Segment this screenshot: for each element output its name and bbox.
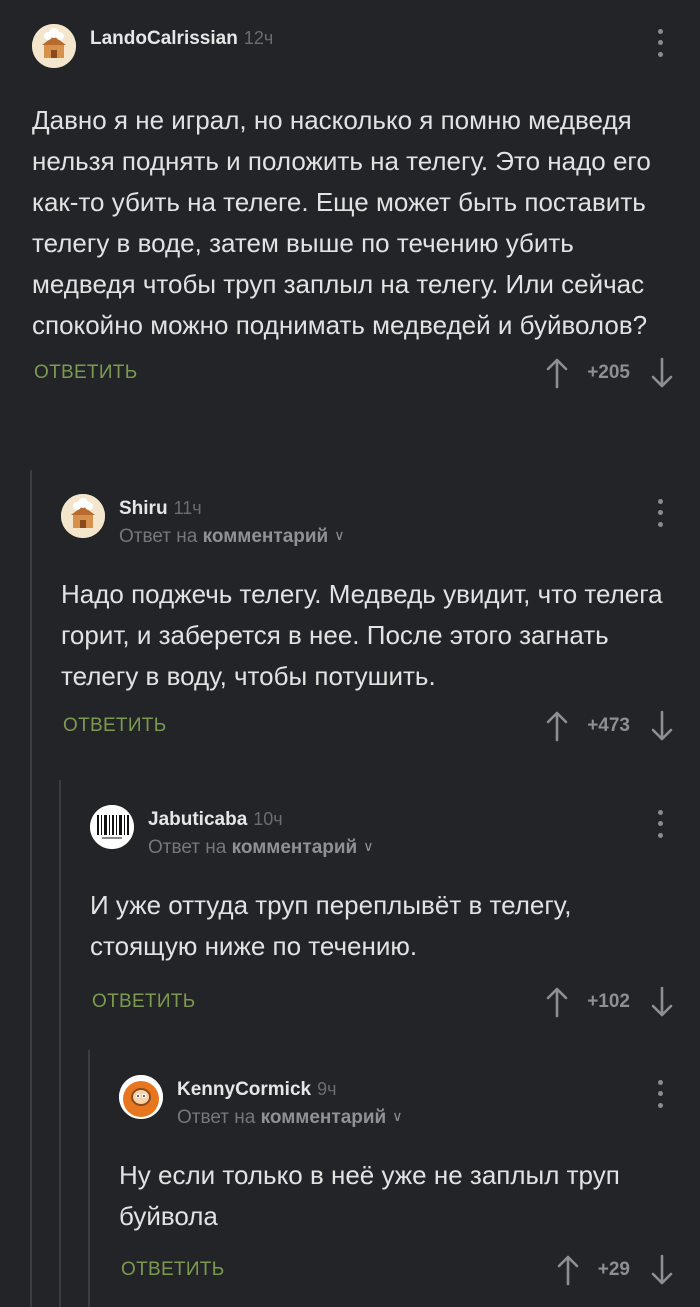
reply-to-prefix: Ответ на: [119, 526, 198, 547]
reply-button[interactable]: ОТВЕТИТЬ: [121, 1259, 224, 1281]
comment-header: Jabuticaba 10ч Ответ на комментарий ∨: [90, 803, 700, 859]
reply-to-link[interactable]: Ответ на комментарий ∨: [119, 526, 344, 548]
comment-actions: ОТВЕТИТЬ +29: [119, 1249, 700, 1289]
more-options-icon[interactable]: [650, 496, 670, 530]
chevron-down-icon[interactable]: ∨: [392, 1108, 402, 1125]
upvote-arrow-icon[interactable]: [545, 986, 569, 1018]
comment-header: LandoCalrissian 12ч: [32, 22, 700, 78]
comment-author[interactable]: Jabuticaba 10ч: [148, 809, 283, 831]
comment-score: +29: [597, 1259, 630, 1280]
thread-line-level-3: [88, 1050, 90, 1307]
comment-text: Ну если только в неё уже не заплыл труп …: [119, 1160, 620, 1231]
reply-button[interactable]: ОТВЕТИТЬ: [34, 362, 137, 384]
thread-line-level-1: [30, 470, 32, 1307]
comment-time: 11ч: [173, 498, 202, 518]
username[interactable]: LandoCalrissian: [90, 28, 238, 49]
vote-controls: +473: [545, 709, 674, 743]
reply-to-prefix: Ответ на: [148, 837, 227, 858]
reply-to-prefix: Ответ на: [177, 1107, 256, 1128]
reply-to-target[interactable]: комментарий: [232, 837, 358, 858]
reply-to-target[interactable]: комментарий: [261, 1107, 387, 1128]
reply-to-target[interactable]: комментарий: [203, 526, 329, 547]
comment-actions: ОТВЕТИТЬ +205: [32, 352, 700, 392]
comment-text: Давно я не играл, но насколько я помню м…: [32, 105, 651, 340]
comment-time: 10ч: [253, 809, 283, 829]
comment-header: Shiru 11ч Ответ на комментарий ∨: [61, 492, 700, 548]
upvote-arrow-icon[interactable]: [545, 357, 569, 389]
reply-button[interactable]: ОТВЕТИТЬ: [92, 991, 195, 1013]
upvote-arrow-icon[interactable]: [545, 710, 569, 742]
more-options-icon[interactable]: [650, 1077, 670, 1111]
upvote-arrow-icon[interactable]: [556, 1254, 580, 1286]
comment-score: +102: [587, 991, 630, 1012]
comment-time: 12ч: [243, 28, 274, 48]
downvote-arrow-icon[interactable]: [650, 357, 674, 389]
comment-header: KennyCormick 9ч Ответ на комментарий ∨: [119, 1073, 700, 1129]
downvote-arrow-icon[interactable]: [650, 986, 674, 1018]
username[interactable]: Shiru: [119, 498, 168, 519]
chevron-down-icon[interactable]: ∨: [334, 527, 344, 544]
cabin-avatar-icon[interactable]: [61, 494, 105, 538]
reply-button[interactable]: ОТВЕТИТЬ: [63, 715, 166, 737]
comment-author[interactable]: Shiru 11ч: [119, 498, 202, 520]
comment-time: 9ч: [317, 1079, 337, 1099]
vote-controls: +102: [545, 985, 674, 1019]
comment: KennyCormick 9ч Ответ на комментарий ∨ Ну …: [119, 1073, 700, 1289]
comment-actions: ОТВЕТИТЬ +473: [61, 705, 700, 745]
comment: Jabuticaba 10ч Ответ на комментарий ∨ И уж…: [90, 803, 700, 1021]
more-options-icon[interactable]: [650, 807, 670, 841]
comment: LandoCalrissian 12ч Давно я не играл, но …: [32, 22, 700, 392]
comment-score: +473: [587, 715, 630, 736]
vote-controls: +29: [556, 1253, 674, 1287]
kenny-avatar-icon[interactable]: [119, 1075, 163, 1119]
comment-author[interactable]: LandoCalrissian 12ч: [90, 28, 273, 50]
reply-to-link[interactable]: Ответ на комментарий ∨: [177, 1107, 402, 1129]
cabin-avatar-icon[interactable]: [32, 24, 76, 68]
thread-line-level-2: [59, 780, 61, 1307]
comment-author[interactable]: KennyCormick 9ч: [177, 1079, 337, 1101]
reply-to-link[interactable]: Ответ на комментарий ∨: [148, 837, 373, 859]
more-options-icon[interactable]: [650, 26, 670, 60]
barcode-avatar-icon[interactable]: [90, 805, 134, 849]
comment: Shiru 11ч Ответ на комментарий ∨ Надо подж…: [61, 492, 700, 745]
chevron-down-icon[interactable]: ∨: [363, 838, 373, 855]
comment-text: Надо поджечь телегу. Медведь увидит, что…: [61, 579, 663, 691]
vote-controls: +205: [545, 356, 674, 390]
comment-score: +205: [587, 362, 630, 383]
username[interactable]: KennyCormick: [177, 1079, 311, 1100]
comment-actions: ОТВЕТИТЬ +102: [90, 981, 700, 1021]
comment-text: И уже оттуда труп переплывёт в телегу, с…: [90, 890, 572, 961]
downvote-arrow-icon[interactable]: [650, 1254, 674, 1286]
downvote-arrow-icon[interactable]: [650, 710, 674, 742]
username[interactable]: Jabuticaba: [148, 809, 247, 830]
